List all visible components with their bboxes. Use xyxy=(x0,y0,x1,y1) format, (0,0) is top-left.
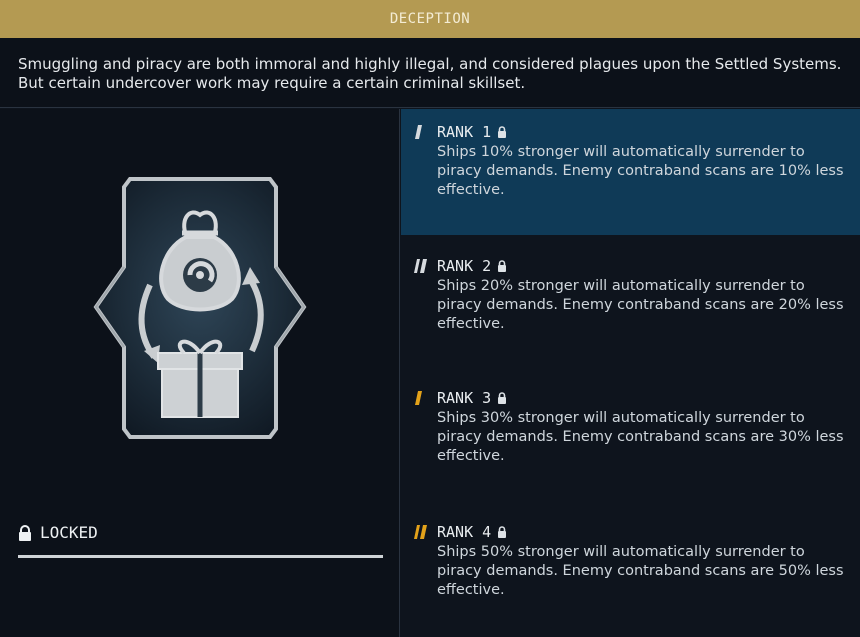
lock-icon xyxy=(498,526,507,538)
rank-tier-icon xyxy=(415,125,422,139)
lock-icon xyxy=(19,524,31,541)
lock-icon xyxy=(498,126,507,138)
rank-description: Ships 50% stronger will automatically su… xyxy=(437,544,844,598)
locked-status: LOCKED xyxy=(18,523,98,542)
rank-description: Ships 30% stronger will automatically su… xyxy=(437,410,844,464)
rank-label: RANK 4 xyxy=(437,523,492,541)
rank-tier-icon xyxy=(414,525,427,539)
rank-tier-icon xyxy=(414,259,427,273)
skill-description: Smuggling and piracy are both immoral an… xyxy=(0,38,860,108)
rank-item-4[interactable]: RANK 4 Ships 50% stronger will automatic… xyxy=(401,509,860,635)
lock-icon xyxy=(498,260,507,272)
skill-badge-panel: LOCKED xyxy=(0,109,400,637)
rank-tier-icon xyxy=(415,391,422,405)
progress-bar xyxy=(18,555,383,558)
rank-description: Ships 10% stronger will automatically su… xyxy=(437,144,844,198)
rank-item-3[interactable]: RANK 3 Ships 30% stronger will automatic… xyxy=(401,375,860,501)
rank-item-2[interactable]: RANK 2 Ships 20% stronger will automatic… xyxy=(401,243,860,369)
rank-label: RANK 1 xyxy=(437,123,492,141)
rank-label: RANK 2 xyxy=(437,257,492,275)
locked-label: LOCKED xyxy=(40,523,98,542)
skill-header: DECEPTION xyxy=(0,0,860,38)
skill-title: DECEPTION xyxy=(389,11,471,27)
lock-icon xyxy=(498,392,507,404)
skill-badge-icon xyxy=(93,177,307,439)
rank-list: RANK 1 Ships 10% stronger will automatic… xyxy=(401,109,860,637)
rank-label: RANK 3 xyxy=(437,389,492,407)
rank-description: Ships 20% stronger will automatically su… xyxy=(437,278,844,332)
rank-item-1[interactable]: RANK 1 Ships 10% stronger will automatic… xyxy=(401,109,860,235)
